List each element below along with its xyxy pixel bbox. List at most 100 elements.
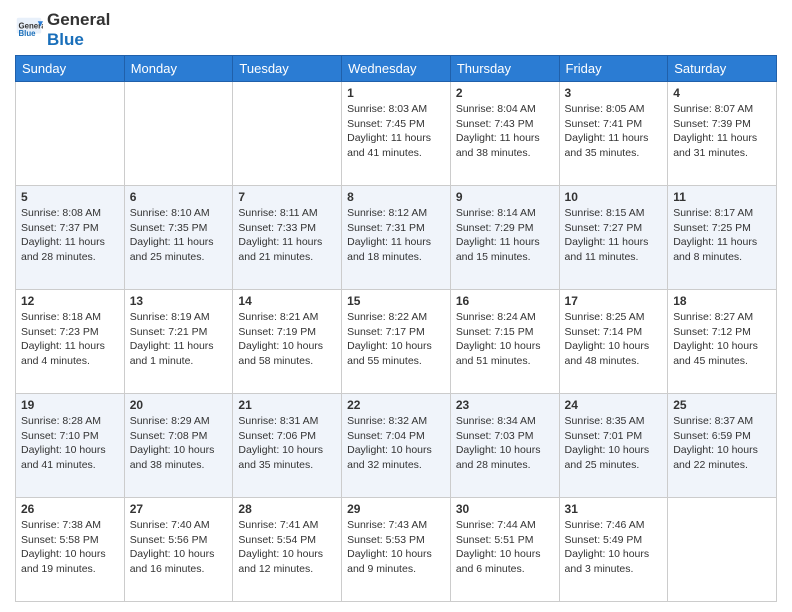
day-info: Sunrise: 8:14 AM Sunset: 7:29 PM Dayligh… <box>456 206 554 265</box>
day-info: Sunrise: 8:31 AM Sunset: 7:06 PM Dayligh… <box>238 414 336 473</box>
calendar-cell: 12 Sunrise: 8:18 AM Sunset: 7:23 PM Dayli… <box>16 290 125 394</box>
calendar-cell <box>124 82 233 186</box>
calendar-cell: 31 Sunrise: 7:46 AM Sunset: 5:49 PM Dayli… <box>559 497 668 601</box>
calendar-cell <box>668 497 777 601</box>
svg-text:Blue: Blue <box>19 29 37 38</box>
day-number: 17 <box>565 294 663 308</box>
day-info: Sunrise: 8:27 AM Sunset: 7:12 PM Dayligh… <box>673 310 771 369</box>
day-info: Sunrise: 8:08 AM Sunset: 7:37 PM Dayligh… <box>21 206 119 265</box>
week-row-2: 5 Sunrise: 8:08 AM Sunset: 7:37 PM Daylig… <box>16 186 777 290</box>
day-info: Sunrise: 8:35 AM Sunset: 7:01 PM Dayligh… <box>565 414 663 473</box>
calendar-cell: 15Sunrise: 8:22 AM Sunset: 7:17 PM Dayli… <box>342 290 451 394</box>
day-number: 2 <box>456 86 554 100</box>
calendar-cell: 5 Sunrise: 8:08 AM Sunset: 7:37 PM Daylig… <box>16 186 125 290</box>
day-number: 18 <box>673 294 771 308</box>
day-info: Sunrise: 7:44 AM Sunset: 5:51 PM Dayligh… <box>456 518 554 577</box>
day-info: Sunrise: 8:05 AM Sunset: 7:41 PM Dayligh… <box>565 102 663 161</box>
calendar-cell: 27 Sunrise: 7:40 AM Sunset: 5:56 PM Dayli… <box>124 497 233 601</box>
week-row-4: 19 Sunrise: 8:28 AM Sunset: 7:10 PM Dayli… <box>16 394 777 498</box>
day-number: 24 <box>565 398 663 412</box>
day-info: Sunrise: 8:22 AM Sunset: 7:17 PM Dayligh… <box>347 310 445 369</box>
day-info: Sunrise: 8:29 AM Sunset: 7:08 PM Dayligh… <box>130 414 228 473</box>
calendar-cell: 18 Sunrise: 8:27 AM Sunset: 7:12 PM Dayli… <box>668 290 777 394</box>
day-info: Sunrise: 8:34 AM Sunset: 7:03 PM Dayligh… <box>456 414 554 473</box>
day-info: Sunrise: 8:12 AM Sunset: 7:31 PM Dayligh… <box>347 206 445 265</box>
day-number: 11 <box>673 190 771 204</box>
calendar-cell: 17 Sunrise: 8:25 AM Sunset: 7:14 PM Dayli… <box>559 290 668 394</box>
day-info: Sunrise: 8:03 AM Sunset: 7:45 PM Dayligh… <box>347 102 445 161</box>
day-number: 27 <box>130 502 228 516</box>
day-info: Sunrise: 8:28 AM Sunset: 7:10 PM Dayligh… <box>21 414 119 473</box>
day-number: 7 <box>238 190 336 204</box>
day-info: Sunrise: 8:21 AM Sunset: 7:19 PM Dayligh… <box>238 310 336 369</box>
day-number: 3 <box>565 86 663 100</box>
weekday-header-monday: Monday <box>124 56 233 82</box>
day-number: 10 <box>565 190 663 204</box>
weekday-header-friday: Friday <box>559 56 668 82</box>
day-info: Sunrise: 8:24 AM Sunset: 7:15 PM Dayligh… <box>456 310 554 369</box>
day-info: Sunrise: 8:37 AM Sunset: 6:59 PM Dayligh… <box>673 414 771 473</box>
calendar-cell: 8Sunrise: 8:12 AM Sunset: 7:31 PM Daylig… <box>342 186 451 290</box>
day-info: Sunrise: 8:18 AM Sunset: 7:23 PM Dayligh… <box>21 310 119 369</box>
day-info: Sunrise: 8:32 AM Sunset: 7:04 PM Dayligh… <box>347 414 445 473</box>
calendar-cell: 30Sunrise: 7:44 AM Sunset: 5:51 PM Dayli… <box>450 497 559 601</box>
calendar-cell: 6Sunrise: 8:10 AM Sunset: 7:35 PM Daylig… <box>124 186 233 290</box>
day-info: Sunrise: 7:43 AM Sunset: 5:53 PM Dayligh… <box>347 518 445 577</box>
week-row-1: 1Sunrise: 8:03 AM Sunset: 7:45 PM Daylig… <box>16 82 777 186</box>
day-number: 16 <box>456 294 554 308</box>
logo: General Blue General Blue <box>15 10 110 49</box>
calendar-cell: 7Sunrise: 8:11 AM Sunset: 7:33 PM Daylig… <box>233 186 342 290</box>
day-number: 20 <box>130 398 228 412</box>
weekday-header-tuesday: Tuesday <box>233 56 342 82</box>
day-number: 5 <box>21 190 119 204</box>
calendar-cell: 20 Sunrise: 8:29 AM Sunset: 7:08 PM Dayli… <box>124 394 233 498</box>
day-info: Sunrise: 8:19 AM Sunset: 7:21 PM Dayligh… <box>130 310 228 369</box>
day-info: Sunrise: 8:07 AM Sunset: 7:39 PM Dayligh… <box>673 102 771 161</box>
weekday-header-wednesday: Wednesday <box>342 56 451 82</box>
day-number: 23 <box>456 398 554 412</box>
day-info: Sunrise: 8:04 AM Sunset: 7:43 PM Dayligh… <box>456 102 554 161</box>
day-info: Sunrise: 8:17 AM Sunset: 7:25 PM Dayligh… <box>673 206 771 265</box>
calendar-cell: 13Sunrise: 8:19 AM Sunset: 7:21 PM Dayli… <box>124 290 233 394</box>
calendar-cell <box>16 82 125 186</box>
day-number: 25 <box>673 398 771 412</box>
calendar-cell: 14 Sunrise: 8:21 AM Sunset: 7:19 PM Dayli… <box>233 290 342 394</box>
day-info: Sunrise: 8:10 AM Sunset: 7:35 PM Dayligh… <box>130 206 228 265</box>
page: General Blue General Blue SundayMondayTu… <box>0 0 792 612</box>
calendar-cell: 21Sunrise: 8:31 AM Sunset: 7:06 PM Dayli… <box>233 394 342 498</box>
calendar-cell: 28Sunrise: 7:41 AM Sunset: 5:54 PM Dayli… <box>233 497 342 601</box>
calendar-cell: 29Sunrise: 7:43 AM Sunset: 5:53 PM Dayli… <box>342 497 451 601</box>
calendar-cell <box>233 82 342 186</box>
week-row-5: 26 Sunrise: 7:38 AM Sunset: 5:58 PM Dayli… <box>16 497 777 601</box>
day-number: 31 <box>565 502 663 516</box>
calendar-cell: 4 Sunrise: 8:07 AM Sunset: 7:39 PM Daylig… <box>668 82 777 186</box>
weekday-header-thursday: Thursday <box>450 56 559 82</box>
day-number: 28 <box>238 502 336 516</box>
day-number: 4 <box>673 86 771 100</box>
logo-general: General <box>47 10 110 30</box>
weekday-header-saturday: Saturday <box>668 56 777 82</box>
day-info: Sunrise: 7:40 AM Sunset: 5:56 PM Dayligh… <box>130 518 228 577</box>
day-number: 9 <box>456 190 554 204</box>
logo-icon: General Blue <box>15 16 43 44</box>
calendar-cell: 16 Sunrise: 8:24 AM Sunset: 7:15 PM Dayli… <box>450 290 559 394</box>
calendar-cell: 2 Sunrise: 8:04 AM Sunset: 7:43 PM Daylig… <box>450 82 559 186</box>
logo-blue: Blue <box>47 30 110 50</box>
calendar-cell: 3 Sunrise: 8:05 AM Sunset: 7:41 PM Daylig… <box>559 82 668 186</box>
header: General Blue General Blue <box>15 10 777 49</box>
day-number: 14 <box>238 294 336 308</box>
calendar-cell: 11 Sunrise: 8:17 AM Sunset: 7:25 PM Dayli… <box>668 186 777 290</box>
day-info: Sunrise: 7:38 AM Sunset: 5:58 PM Dayligh… <box>21 518 119 577</box>
calendar-table: SundayMondayTuesdayWednesdayThursdayFrid… <box>15 55 777 602</box>
day-number: 26 <box>21 502 119 516</box>
day-number: 19 <box>21 398 119 412</box>
calendar-cell: 23 Sunrise: 8:34 AM Sunset: 7:03 PM Dayli… <box>450 394 559 498</box>
calendar-cell: 1Sunrise: 8:03 AM Sunset: 7:45 PM Daylig… <box>342 82 451 186</box>
calendar-cell: 22Sunrise: 8:32 AM Sunset: 7:04 PM Dayli… <box>342 394 451 498</box>
calendar-cell: 24 Sunrise: 8:35 AM Sunset: 7:01 PM Dayli… <box>559 394 668 498</box>
day-info: Sunrise: 7:46 AM Sunset: 5:49 PM Dayligh… <box>565 518 663 577</box>
day-info: Sunrise: 8:15 AM Sunset: 7:27 PM Dayligh… <box>565 206 663 265</box>
day-info: Sunrise: 8:25 AM Sunset: 7:14 PM Dayligh… <box>565 310 663 369</box>
calendar-cell: 25 Sunrise: 8:37 AM Sunset: 6:59 PM Dayli… <box>668 394 777 498</box>
day-number: 12 <box>21 294 119 308</box>
